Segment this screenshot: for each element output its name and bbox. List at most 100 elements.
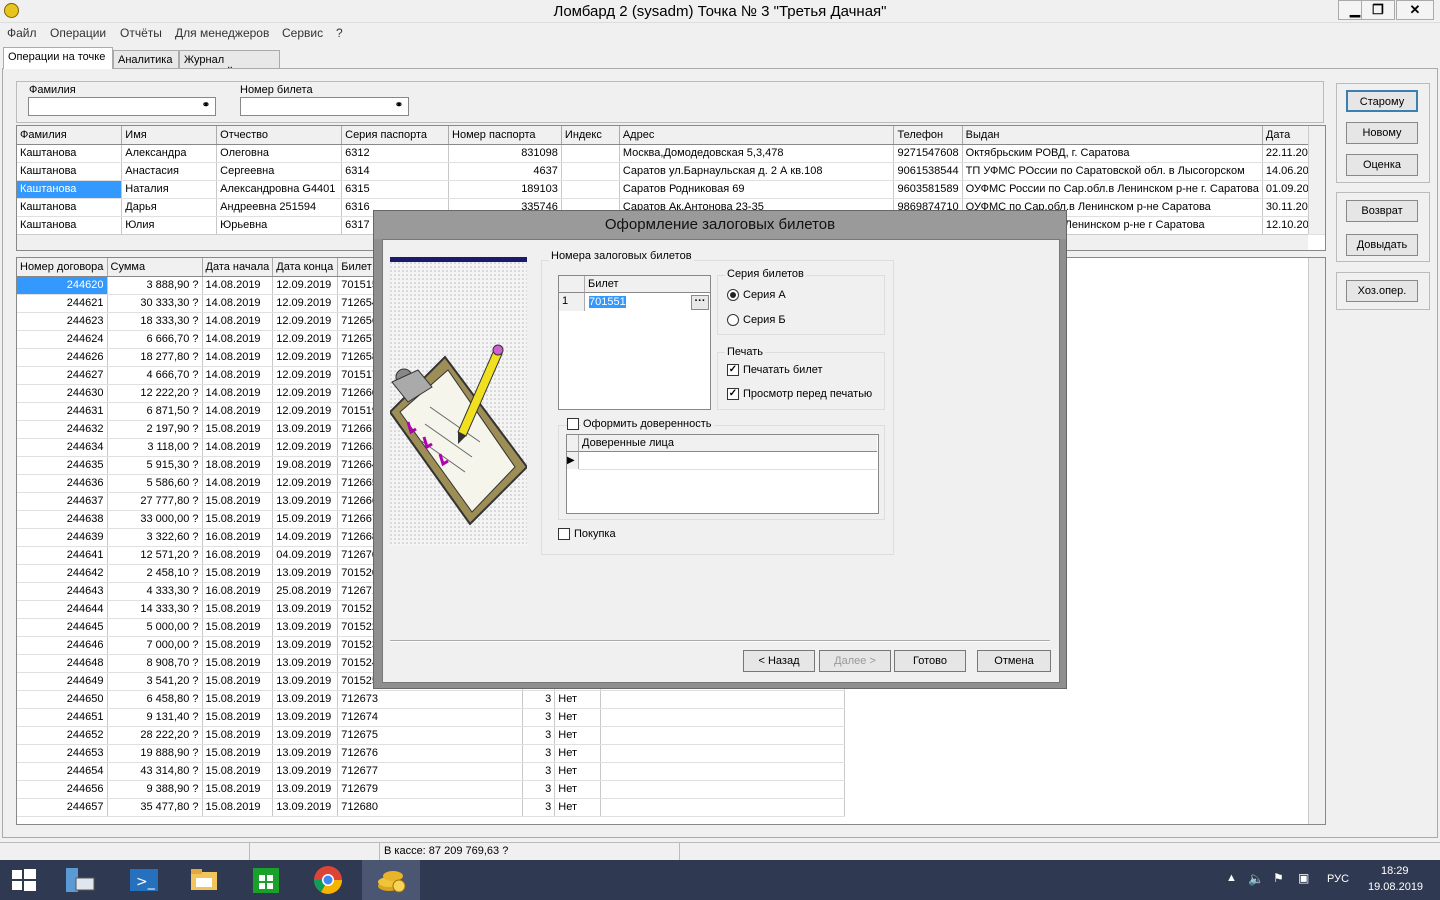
client-cell[interactable] xyxy=(561,162,620,181)
tab-journal[interactable]: Журнал операций xyxy=(179,50,280,78)
contract-row[interactable]: 244653 19 888,90 ? 15.08.2019 13.09.2019 712… xyxy=(17,744,846,763)
contract-cell[interactable]: 28 222,20 ? xyxy=(107,726,203,745)
contract-cell[interactable]: 13.09.2019 xyxy=(272,654,339,673)
client-cell[interactable] xyxy=(561,180,620,199)
contract-row[interactable]: 244650 6 458,80 ? 15.08.2019 13.09.2019 7126… xyxy=(17,690,846,709)
contract-cell[interactable]: 244634 xyxy=(17,438,108,457)
ticket-value-cell[interactable]: 701551 xyxy=(587,295,691,310)
contract-cell[interactable]: 18 333,30 ? xyxy=(107,312,203,331)
contract-cell[interactable] xyxy=(600,780,846,799)
contract-cell[interactable]: 15.09.2019 xyxy=(272,510,339,529)
contract-cell[interactable]: Нет xyxy=(554,726,602,745)
client-cell[interactable]: Сергеевна xyxy=(216,162,343,181)
contract-cell[interactable]: 5 586,60 ? xyxy=(107,474,203,493)
restore-button[interactable]: ❐ xyxy=(1361,0,1395,20)
contract-cell[interactable]: Нет xyxy=(554,780,602,799)
preview-label[interactable]: Просмотр перед печатью xyxy=(743,388,872,400)
contract-cell[interactable]: 3 xyxy=(522,744,556,763)
contract-cell[interactable]: 244646 xyxy=(17,636,108,655)
tab-analytics[interactable]: Аналитика xyxy=(113,50,179,68)
client-cell[interactable]: Наталия xyxy=(121,180,218,199)
contract-cell[interactable]: 12.09.2019 xyxy=(272,366,339,385)
clients-col-header[interactable]: Телефон xyxy=(893,126,963,145)
flag-icon[interactable]: ⚑ xyxy=(1273,871,1284,885)
contract-cell[interactable]: Нет xyxy=(554,690,602,709)
contract-cell[interactable]: 244635 xyxy=(17,456,108,475)
client-cell[interactable]: 6312 xyxy=(341,144,450,163)
print-ticket-checkbox[interactable]: ✓ xyxy=(727,364,739,376)
contract-cell[interactable]: 244631 xyxy=(17,402,108,421)
client-cell[interactable]: Октябрьским РОВД, г. Саратова xyxy=(962,144,1263,163)
contract-cell[interactable]: 14.08.2019 xyxy=(202,330,274,349)
clock-time[interactable]: 18:29 xyxy=(1381,865,1409,877)
contract-cell[interactable]: 3 xyxy=(522,690,556,709)
clients-col-header[interactable]: Адрес xyxy=(619,126,895,145)
client-cell[interactable]: Каштанова xyxy=(17,144,123,163)
contract-cell[interactable]: 15.08.2019 xyxy=(202,510,274,529)
contract-cell[interactable]: 6 666,70 ? xyxy=(107,330,203,349)
cancel-button[interactable]: Отмена xyxy=(977,650,1051,672)
client-cell[interactable]: ОУФМС России по Сар.обл.в Ленинском р-не… xyxy=(962,180,1263,199)
contract-cell[interactable]: 244623 xyxy=(17,312,108,331)
client-cell[interactable]: Каштанова xyxy=(17,180,123,199)
contract-cell[interactable]: 4 666,70 ? xyxy=(107,366,203,385)
contract-cell[interactable] xyxy=(600,744,846,763)
contract-cell[interactable]: 43 314,80 ? xyxy=(107,762,203,781)
ellipsis-button[interactable]: ··· xyxy=(691,295,709,310)
contract-cell[interactable]: 9 131,40 ? xyxy=(107,708,203,727)
contract-cell[interactable]: 244620 xyxy=(17,276,108,295)
contract-cell[interactable]: Нет xyxy=(554,762,602,781)
clients-col-header[interactable]: Имя xyxy=(121,126,218,145)
contract-cell[interactable]: 15.08.2019 xyxy=(202,744,274,763)
contract-cell[interactable] xyxy=(600,762,846,781)
contract-cell[interactable]: 712675 xyxy=(337,726,524,745)
contract-cell[interactable]: 244639 xyxy=(17,528,108,547)
contract-cell[interactable]: 13.09.2019 xyxy=(272,564,339,583)
contracts-col-header[interactable]: Дата начала xyxy=(202,258,274,277)
menu-service[interactable]: Сервис xyxy=(282,26,323,40)
contract-cell[interactable]: 12.09.2019 xyxy=(272,474,339,493)
contract-cell[interactable]: 15.08.2019 xyxy=(202,762,274,781)
contract-cell[interactable]: 244649 xyxy=(17,672,108,691)
contract-cell[interactable]: 244632 xyxy=(17,420,108,439)
contract-cell[interactable]: 12.09.2019 xyxy=(272,402,339,421)
contract-row[interactable]: 244652 28 222,20 ? 15.08.2019 13.09.2019 712… xyxy=(17,726,846,745)
ticket-number-input[interactable]: ⚭ xyxy=(240,97,409,116)
client-cell[interactable]: 9271547608 xyxy=(893,144,963,163)
contract-cell[interactable]: 244641 xyxy=(17,546,108,565)
contract-cell[interactable] xyxy=(600,708,846,727)
contract-cell[interactable]: 13.09.2019 xyxy=(272,636,339,655)
contract-cell[interactable]: 14.08.2019 xyxy=(202,438,274,457)
household-operations-button[interactable]: Хоз.опер. xyxy=(1346,280,1418,302)
contract-cell[interactable]: 13.09.2019 xyxy=(272,420,339,439)
contract-cell[interactable]: 15.08.2019 xyxy=(202,690,274,709)
contract-row[interactable]: 244656 9 388,90 ? 15.08.2019 13.09.2019 7126… xyxy=(17,780,846,799)
tab-operations[interactable]: Операции на точке xyxy=(3,47,113,69)
contract-cell[interactable]: 13.09.2019 xyxy=(272,600,339,619)
contract-cell[interactable]: 6 458,80 ? xyxy=(107,690,203,709)
contract-cell[interactable]: 12.09.2019 xyxy=(272,330,339,349)
powershell-icon[interactable]: >_ xyxy=(128,864,160,896)
menu-reports[interactable]: Отчёты xyxy=(120,26,162,40)
contract-cell[interactable]: 15.08.2019 xyxy=(202,672,274,691)
contract-cell[interactable]: 244654 xyxy=(17,762,108,781)
contract-cell[interactable]: 7 000,00 ? xyxy=(107,636,203,655)
client-cell[interactable]: Каштанова xyxy=(17,162,123,181)
close-button[interactable]: ✕ xyxy=(1396,0,1434,20)
contract-cell[interactable]: 244624 xyxy=(17,330,108,349)
client-row[interactable]: Каштанова Александра Олеговна 6312 831098 Мос… xyxy=(17,144,1325,163)
series-a-radio[interactable] xyxy=(727,289,739,301)
contract-cell[interactable]: 244657 xyxy=(17,798,108,817)
contract-cell[interactable] xyxy=(600,690,846,709)
client-cell[interactable]: 189103 xyxy=(448,180,562,199)
contract-cell[interactable]: 15.08.2019 xyxy=(202,618,274,637)
contract-cell[interactable]: 244656 xyxy=(17,780,108,799)
contract-cell[interactable]: 2 458,10 ? xyxy=(107,564,203,583)
contract-cell[interactable]: 13.09.2019 xyxy=(272,762,339,781)
extra-issue-button[interactable]: Довыдать xyxy=(1346,234,1418,256)
contract-cell[interactable]: 15.08.2019 xyxy=(202,600,274,619)
contract-cell[interactable]: 14.08.2019 xyxy=(202,276,274,295)
contract-cell[interactable]: 244621 xyxy=(17,294,108,313)
contract-cell[interactable]: 244630 xyxy=(17,384,108,403)
client-row[interactable]: Каштанова Анастасия Сергеевна 6314 4637 Сарат… xyxy=(17,162,1325,181)
